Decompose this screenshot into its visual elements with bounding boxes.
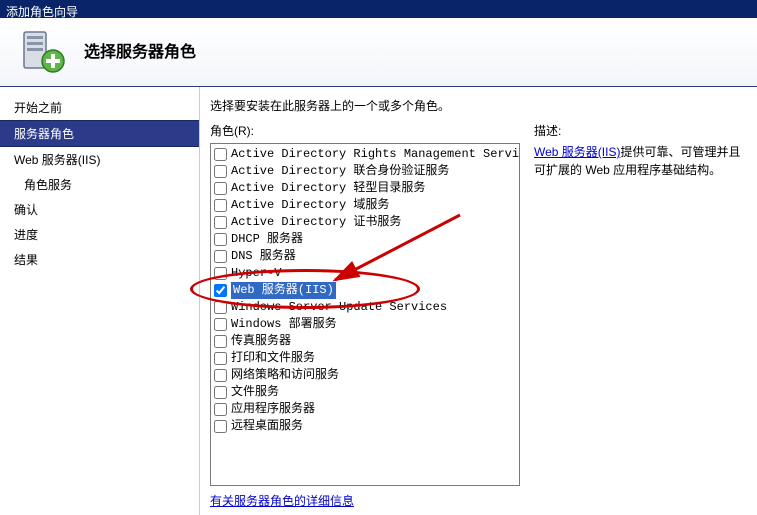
role-row[interactable]: Active Directory 域服务 [214,197,516,214]
role-row[interactable]: Windows 部署服务 [214,316,516,333]
role-checkbox[interactable] [214,284,227,297]
role-label: Active Directory Rights Management Servi… [231,146,520,163]
wizard-body: 开始之前服务器角色Web 服务器(IIS)角色服务确认进度结果 选择要安装在此服… [0,87,757,515]
role-label: 文件服务 [231,384,279,401]
sidebar-item-3[interactable]: 角色服务 [0,172,199,197]
role-label: 远程桌面服务 [231,418,303,435]
sidebar-item-1[interactable]: 服务器角色 [0,120,199,147]
sidebar-item-0[interactable]: 开始之前 [0,95,199,120]
role-label: Web 服务器(IIS) [231,282,336,299]
role-label: Hyper-V [231,265,281,282]
role-checkbox[interactable] [214,301,227,314]
role-checkbox[interactable] [214,352,227,365]
role-checkbox[interactable] [214,199,227,212]
role-checkbox[interactable] [214,165,227,178]
role-checkbox[interactable] [214,318,227,331]
role-checkbox[interactable] [214,267,227,280]
description-text: Web 服务器(IIS)提供可靠、可管理并且可扩展的 Web 应用程序基础结构。 [534,143,745,179]
role-checkbox[interactable] [214,233,227,246]
role-label: Active Directory 轻型目录服务 [231,180,425,197]
role-label: Active Directory 联合身份验证服务 [231,163,449,180]
role-label: DHCP 服务器 [231,231,303,248]
role-label: 传真服务器 [231,333,291,350]
role-row[interactable]: Active Directory 轻型目录服务 [214,180,516,197]
role-row[interactable]: 传真服务器 [214,333,516,350]
role-row[interactable]: DHCP 服务器 [214,231,516,248]
description-link[interactable]: Web 服务器(IIS) [534,145,620,159]
role-row[interactable]: 应用程序服务器 [214,401,516,418]
sidebar-item-4[interactable]: 确认 [0,197,199,222]
role-checkbox[interactable] [214,148,227,161]
role-row[interactable]: Active Directory 证书服务 [214,214,516,231]
role-row[interactable]: DNS 服务器 [214,248,516,265]
role-row[interactable]: 文件服务 [214,384,516,401]
role-row[interactable]: 打印和文件服务 [214,350,516,367]
role-label: Windows 部署服务 [231,316,337,333]
role-row[interactable]: Active Directory Rights Management Servi… [214,146,516,163]
roles-listbox[interactable]: Active Directory Rights Management Servi… [210,143,520,486]
role-checkbox[interactable] [214,182,227,195]
role-label: 应用程序服务器 [231,401,315,418]
role-label: Active Directory 证书服务 [231,214,401,231]
role-row[interactable]: 远程桌面服务 [214,418,516,435]
role-checkbox[interactable] [214,335,227,348]
page-title: 选择服务器角色 [84,38,196,62]
role-label: DNS 服务器 [231,248,296,265]
instruction-text: 选择要安装在此服务器上的一个或多个角色。 [210,97,745,114]
sidebar-item-5[interactable]: 进度 [0,222,199,247]
role-row[interactable]: Active Directory 联合身份验证服务 [214,163,516,180]
server-role-icon [18,26,66,74]
roles-label: 角色(R): [210,122,520,139]
description-title: 描述: [534,122,745,139]
role-checkbox[interactable] [214,250,227,263]
role-row[interactable]: Web 服务器(IIS) [214,282,516,299]
window-title: 添加角色向导 [6,5,78,19]
role-row[interactable]: 网络策略和访问服务 [214,367,516,384]
wizard-main: 选择要安装在此服务器上的一个或多个角色。 角色(R): Active Direc… [200,87,757,515]
role-label: Active Directory 域服务 [231,197,389,214]
role-row[interactable]: Hyper-V [214,265,516,282]
wizard-header: 选择服务器角色 [0,18,757,87]
wizard-sidebar: 开始之前服务器角色Web 服务器(IIS)角色服务确认进度结果 [0,87,200,515]
sidebar-item-2[interactable]: Web 服务器(IIS) [0,147,199,172]
role-checkbox[interactable] [214,369,227,382]
role-checkbox[interactable] [214,420,227,433]
role-label: 网络策略和访问服务 [231,367,339,384]
role-label: Windows Server Update Services [231,299,447,316]
role-checkbox[interactable] [214,403,227,416]
role-checkbox[interactable] [214,386,227,399]
window-titlebar: 添加角色向导 [0,0,757,18]
role-label: 打印和文件服务 [231,350,315,367]
more-info-link[interactable]: 有关服务器角色的详细信息 [210,492,520,509]
role-row[interactable]: Windows Server Update Services [214,299,516,316]
role-checkbox[interactable] [214,216,227,229]
sidebar-item-6[interactable]: 结果 [0,247,199,272]
